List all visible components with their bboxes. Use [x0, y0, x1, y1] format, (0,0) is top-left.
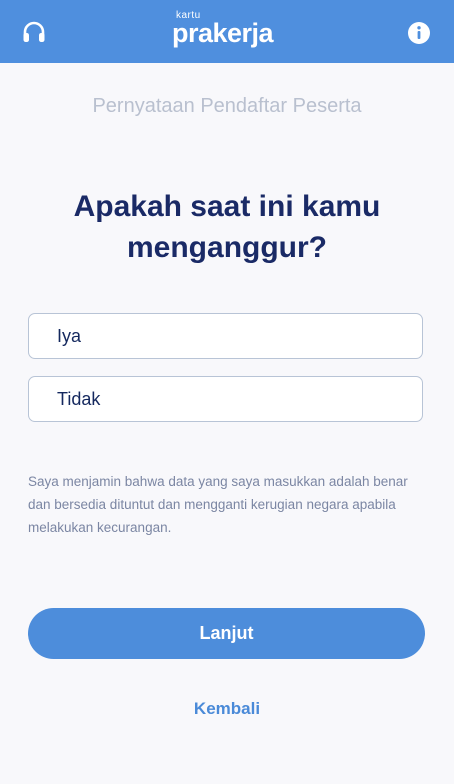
option-label: Iya [57, 325, 82, 346]
page-subtitle: Pernyataan Pendaftar Peserta [92, 95, 362, 117]
option-tidak[interactable]: Tidak [28, 376, 423, 422]
info-icon[interactable] [406, 20, 432, 46]
prakerja-logo: kartu prakerja [172, 10, 284, 52]
option-iya[interactable]: Iya [28, 313, 423, 359]
back-link[interactable]: Kembali [0, 699, 454, 719]
headset-icon[interactable] [21, 20, 47, 46]
question-line-1: Apakah saat ini kamu [73, 190, 381, 223]
app-header: kartu prakerja [0, 0, 454, 63]
option-label: Tidak [57, 388, 101, 409]
next-button[interactable]: Lanjut [28, 608, 425, 659]
question-line-2: menganggur? [127, 231, 327, 264]
question-heading: Apakah saat ini kamu menganggur? [40, 186, 414, 268]
disclaimer-text: Saya menjamin bahwa data yang saya masuk… [28, 474, 408, 535]
logo-main-text: prakerja [172, 18, 274, 48]
